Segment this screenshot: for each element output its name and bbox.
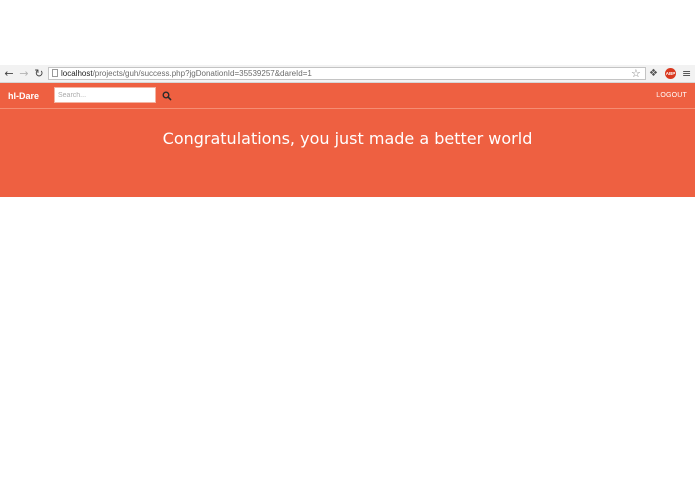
browser-toolbar: ← → ↻ localhost/projects/guh/success.php… bbox=[0, 65, 695, 83]
url-path: /projects/guh/success.php?jgDonationId=3… bbox=[92, 69, 312, 78]
logout-link[interactable]: LOGOUT bbox=[656, 83, 687, 109]
adblock-icon[interactable]: ABP bbox=[665, 68, 676, 79]
brand-logo[interactable]: hI-Dare bbox=[8, 83, 39, 109]
url-host: localhost bbox=[61, 69, 93, 78]
puzzle-icon[interactable]: ❖ bbox=[649, 68, 658, 80]
search-icon[interactable] bbox=[162, 91, 172, 101]
app-navbar: hI-Dare LOGOUT bbox=[0, 83, 695, 109]
menu-icon[interactable]: ≡ bbox=[682, 67, 691, 80]
reload-icon[interactable]: ↻ bbox=[32, 66, 46, 81]
hero-banner: Congratulations, you just made a better … bbox=[0, 109, 695, 197]
address-bar[interactable]: localhost/projects/guh/success.php?jgDon… bbox=[48, 67, 646, 80]
back-arrow-icon[interactable]: ← bbox=[2, 66, 16, 81]
forward-arrow-icon[interactable]: → bbox=[17, 66, 31, 81]
search-input[interactable] bbox=[54, 87, 156, 103]
page-title: Congratulations, you just made a better … bbox=[162, 129, 533, 148]
star-icon[interactable]: ☆ bbox=[631, 67, 641, 80]
page-icon bbox=[52, 69, 58, 77]
